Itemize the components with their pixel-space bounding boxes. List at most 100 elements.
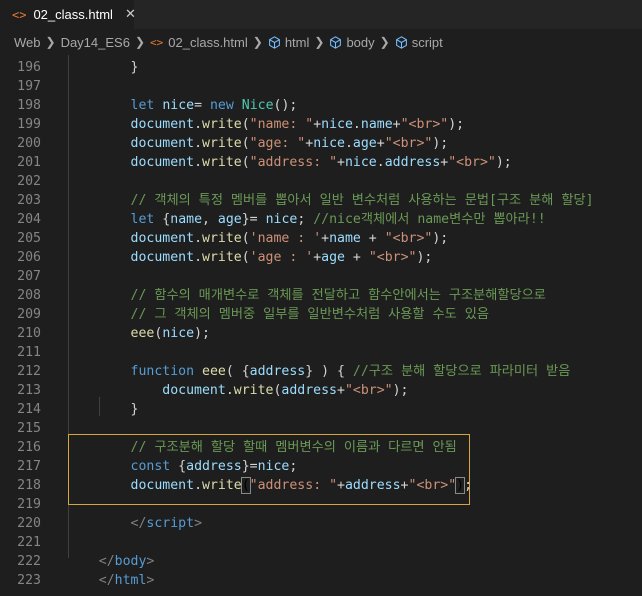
breadcrumb: Web ❯ Day14_ES6 ❯ <> 02_class.html ❯ htm… (0, 29, 642, 55)
breadcrumb-body[interactable]: body (346, 35, 374, 50)
breadcrumb-script[interactable]: script (412, 35, 443, 50)
code-token: "<br>" (408, 478, 457, 493)
code-token: write (233, 383, 274, 398)
code-token: nice (344, 155, 377, 170)
code-token: nice (162, 326, 195, 341)
code-token: document (130, 136, 195, 151)
code-line[interactable]: 210 eee(nice); (0, 324, 642, 343)
code-token: . (376, 155, 385, 170)
code-line[interactable]: 222 </body> (0, 552, 642, 571)
code-token: let (130, 98, 155, 113)
code-token: </ (130, 516, 147, 531)
line-number: 205 (17, 231, 41, 246)
code-line[interactable]: 207 (0, 267, 642, 286)
code-line[interactable]: 209 // 그 객체의 멤버중 일부를 일반변수처럼 사용할 수도 있음 (0, 305, 642, 324)
line-code: </body> (67, 552, 155, 571)
code-token: ( (241, 231, 250, 246)
close-icon[interactable]: ✕ (125, 7, 136, 22)
code-token: new (209, 98, 234, 113)
code-token: ( (240, 477, 251, 494)
code-line[interactable]: 200 document.write("age: "+nice.age+"<br… (0, 134, 642, 153)
code-line[interactable]: 201 document.write("address: "+nice.addr… (0, 153, 642, 172)
code-token: , (202, 212, 218, 227)
line-number: 211 (17, 345, 41, 360)
code-token: ); (432, 231, 449, 246)
code-line[interactable]: 211 (0, 343, 642, 362)
line-number: 220 (17, 516, 41, 531)
line-code: const {address}=nice; (67, 457, 298, 476)
line-number: 223 (17, 573, 41, 588)
code-token: + (360, 231, 385, 246)
code-line[interactable]: 214 } (0, 400, 642, 419)
code-line[interactable]: 206 document.write('age : '+age + "<br>"… (0, 248, 642, 267)
line-number: 214 (17, 402, 41, 417)
line-number: 210 (17, 326, 41, 341)
code-line[interactable]: 220 </script> (0, 514, 642, 533)
code-line[interactable]: 198 let nice= new Nice(); (0, 96, 642, 115)
code-line[interactable]: 212 function eee( {address} ) { //구조 분해 … (0, 362, 642, 381)
line-code: </script> (67, 514, 202, 533)
line-number: 198 (17, 98, 41, 113)
code-token: //구조 분해 할당으로 파라미터 받음 (352, 364, 571, 379)
code-token: > (146, 554, 155, 569)
code-line[interactable]: 213 document.write(address+"<br>"); (0, 381, 642, 400)
code-line[interactable]: 202 (0, 172, 642, 191)
code-editor[interactable]: 196 } 197 198 let nice= new Nice(); 199 doc… (0, 55, 642, 596)
breadcrumb-web[interactable]: Web (14, 35, 41, 50)
breadcrumb-day14[interactable]: Day14_ES6 (61, 35, 130, 50)
tab-02-class-html[interactable]: <> 02_class.html ✕ (0, 0, 136, 29)
code-line[interactable]: 223 </html> (0, 571, 642, 590)
code-token: ( (241, 117, 250, 132)
code-token: "address: " (249, 155, 338, 170)
line-code: let {name, age}= nice; //nice객체에서 name변수… (67, 210, 546, 229)
code-line[interactable]: 221 (0, 533, 642, 552)
line-number: 218 (17, 478, 41, 493)
code-line[interactable]: 203 // 객체의 특정 멤버를 뽑아서 일반 변수처럼 사용하는 문법[구조… (0, 191, 642, 210)
code-token: ); (194, 326, 210, 341)
code-line[interactable]: 199 document.write("name: "+nice.name+"<… (0, 115, 642, 134)
code-token: ) (455, 477, 466, 494)
code-token: // 그 객체의 멤버중 일부를 일반변수처럼 사용할 수도 있음 (130, 307, 489, 322)
code-token: "<br>" (368, 250, 417, 265)
code-token: nice (321, 117, 353, 132)
code-token: const (130, 459, 171, 474)
code-line[interactable]: 215 (0, 419, 642, 438)
code-line[interactable]: 196 } (0, 58, 642, 77)
code-token: + (313, 250, 322, 265)
code-token: address (384, 155, 441, 170)
line-number: 222 (17, 554, 41, 569)
code-token: "<br>" (384, 231, 433, 246)
code-token: . (225, 383, 234, 398)
code-token: ; (297, 212, 314, 227)
code-line[interactable]: 216 // 구조분해 할당 할때 멤버변수의 이름과 다르면 안됨 (0, 438, 642, 457)
code-token: + (392, 117, 401, 132)
code-token: = (194, 98, 210, 113)
code-token: . (194, 478, 203, 493)
line-number: 212 (17, 364, 41, 379)
code-line[interactable]: 218 document.write("address: "+address+"… (0, 476, 642, 495)
code-token: + (337, 383, 345, 398)
code-token: } (67, 60, 139, 75)
code-line[interactable]: 205 document.write('name : '+name + "<br… (0, 229, 642, 248)
code-line[interactable]: 197 (0, 77, 642, 96)
line-code: // 객체의 특정 멤버를 뽑아서 일반 변수처럼 사용하는 문법[구조 분해 … (67, 191, 594, 210)
code-line[interactable]: 219 (0, 495, 642, 514)
code-token: ); (392, 383, 409, 398)
code-token: document (130, 250, 195, 265)
code-line[interactable]: 204 let {name, age}= nice; //nice객체에서 na… (0, 210, 642, 229)
code-line[interactable]: 217 const {address}=nice; (0, 457, 642, 476)
code-token: > (194, 516, 203, 531)
code-token: + (337, 478, 345, 493)
code-token: "<br>" (448, 155, 496, 170)
breadcrumb-file[interactable]: 02_class.html (168, 35, 247, 50)
line-number: 216 (17, 440, 41, 455)
line-code: document.write("age: "+nice.age+"<br>"); (67, 134, 449, 153)
line-code: document.write("address: "+address+"<br>… (67, 476, 472, 495)
breadcrumb-html[interactable]: html (285, 35, 310, 50)
code-line[interactable]: 208 // 함수의 매개변수로 객체를 전달하고 함수안에서는 구조분해할당으… (0, 286, 642, 305)
code-token: "<br>" (384, 136, 433, 151)
